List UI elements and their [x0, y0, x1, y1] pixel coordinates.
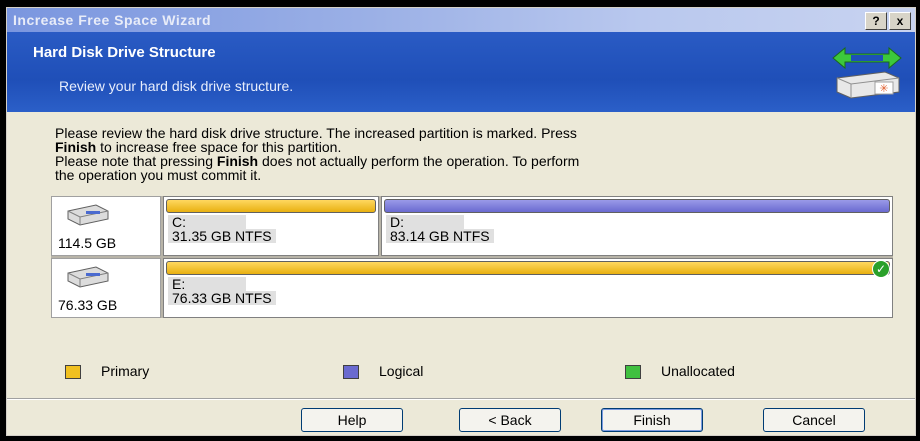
legend-label: Primary: [101, 363, 150, 379]
unallocated-swatch: [625, 365, 641, 380]
partition-name: E:: [168, 277, 246, 291]
partition-info: 83.14 GB NTFS: [386, 229, 494, 243]
disk-size: 76.33 GB: [58, 297, 118, 313]
primary-swatch: [65, 365, 81, 380]
partition-name: D:: [386, 215, 464, 229]
description-text: does not actually perform the operation.…: [258, 153, 580, 169]
window-title: Increase Free Space Wizard: [13, 12, 212, 28]
legend-logical: Logical: [343, 363, 424, 380]
partition-bar: [166, 261, 890, 275]
header-title: Hard Disk Drive Structure: [33, 44, 216, 61]
back-button[interactable]: < Back: [459, 408, 561, 432]
wizard-window: Increase Free Space Wizard ? x Hard Disk…: [6, 7, 916, 436]
close-button[interactable]: x: [889, 12, 911, 30]
partition-c[interactable]: C: 31.35 GB NTFS: [163, 196, 379, 256]
wizard-header: Hard Disk Drive Structure Review your ha…: [7, 32, 915, 112]
logical-swatch: [343, 365, 359, 380]
description-line-1: Please review the hard disk drive struct…: [55, 125, 577, 141]
disk-2[interactable]: 76.33 GB: [51, 258, 161, 318]
help-button[interactable]: Help: [301, 408, 403, 432]
disk-row-1: 114.5 GB C: 31.35 GB NTFS D: 83.14 GB NT…: [51, 196, 893, 256]
partition-bar: [384, 199, 890, 213]
legend-label: Logical: [379, 363, 424, 379]
disk-structure-map: 114.5 GB C: 31.35 GB NTFS D: 83.14 GB NT…: [51, 196, 893, 318]
description-line-4: the operation you must commit it.: [55, 167, 262, 183]
help-title-button[interactable]: ?: [865, 12, 887, 30]
partition-label: D: 83.14 GB NTFS: [386, 215, 494, 243]
checkmark-icon: ✓: [872, 260, 890, 278]
partition-label: E: 76.33 GB NTFS: [168, 277, 276, 305]
svg-text:✳: ✳: [879, 82, 888, 95]
hard-disk-icon: [67, 204, 109, 226]
partition-info: 76.33 GB NTFS: [168, 291, 276, 305]
cancel-button[interactable]: Cancel: [763, 408, 865, 432]
partition-info: 31.35 GB NTFS: [168, 229, 276, 243]
description: Please review the hard disk drive struct…: [55, 126, 875, 182]
partition-e[interactable]: ✓ E: 76.33 GB NTFS: [163, 258, 893, 318]
partition-name: C:: [168, 215, 246, 229]
legend-label: Unallocated: [661, 363, 735, 379]
disk-row-2: 76.33 GB ✓ E: 76.33 GB NTFS: [51, 258, 893, 318]
partition-label: C: 31.35 GB NTFS: [168, 215, 276, 243]
header-subtitle: Review your hard disk drive structure.: [59, 78, 294, 94]
partition-d[interactable]: D: 83.14 GB NTFS: [381, 196, 893, 256]
disk-arrows-icon: ✳: [832, 46, 902, 99]
disk-size: 114.5 GB: [58, 235, 117, 251]
title-bar[interactable]: Increase Free Space Wizard ? x: [7, 8, 915, 32]
legend-primary: Primary: [65, 363, 150, 380]
finish-button[interactable]: Finish: [601, 408, 703, 432]
description-line-3: Please note that pressing Finish does no…: [55, 154, 875, 168]
legend-unallocated: Unallocated: [625, 363, 735, 380]
separator: [7, 398, 915, 400]
disk-1[interactable]: 114.5 GB: [51, 196, 161, 256]
partition-bar: [166, 199, 376, 213]
description-line-2: Finish to increase free space for this p…: [55, 140, 875, 154]
hard-disk-icon: [67, 266, 109, 288]
